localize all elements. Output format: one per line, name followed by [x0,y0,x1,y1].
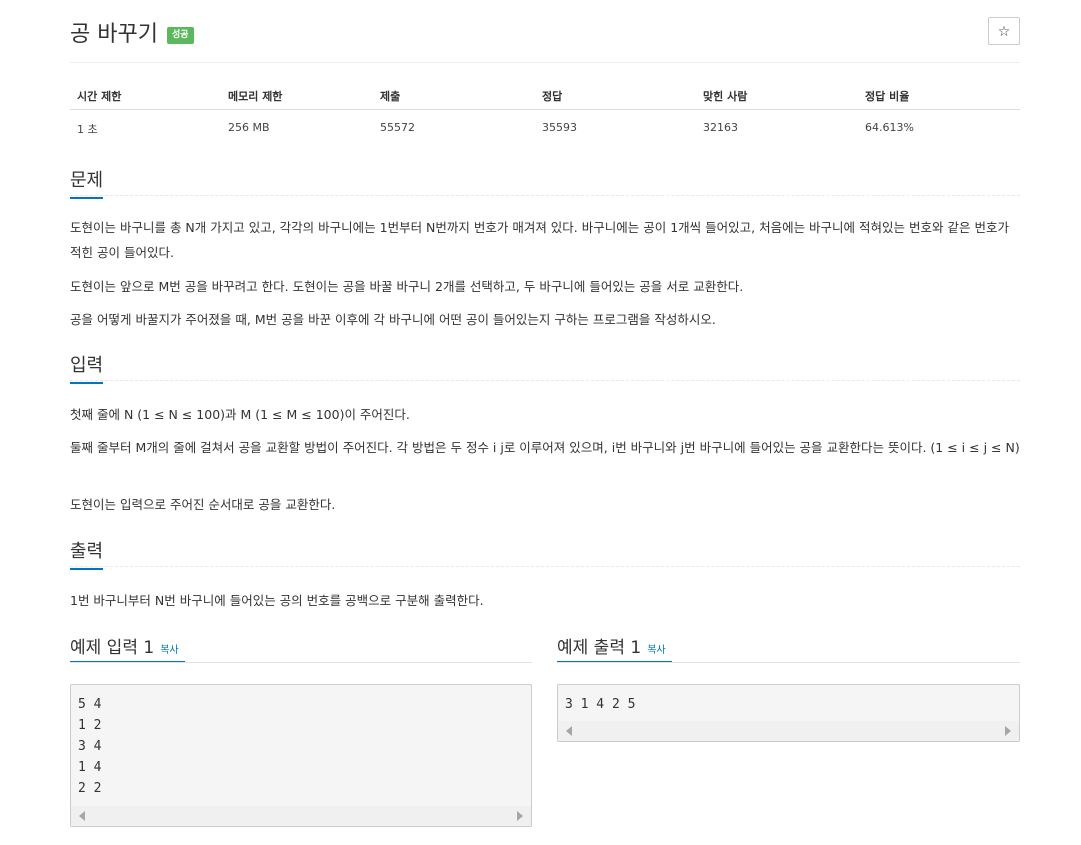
copy-output-link[interactable]: 복사 [647,645,665,656]
problem-header: 공 바꾸기 성공 ☆ [70,14,1020,58]
sample-input-divider [70,662,532,663]
ratio-value: 64.613% [865,121,914,134]
input-paragraph: 도현이는 입력으로 주어진 순서대로 공을 교환한다. [70,497,336,512]
problem-section-divider [70,195,1020,196]
problem-section-title: 문제 [70,166,103,199]
scroll-right-icon[interactable] [517,811,523,821]
sample-input-content: 5 4 1 2 3 4 1 4 2 2 [78,697,102,796]
sample-output-content: 3 1 4 2 5 [565,697,636,712]
accepted-value: 35593 [542,121,577,134]
info-table-row: 1 초 256 MB 55572 35593 32163 64.613% [70,119,1020,142]
sample-input-box[interactable]: 5 4 1 2 3 4 1 4 2 2 [70,684,532,827]
memory-limit-value: 256 MB [228,121,270,134]
problem-paragraph: 도현이는 바구니를 총 N개 가지고 있고, 각각의 바구니에는 1번부터 N번… [70,220,1009,260]
header-time-limit: 시간 제한 [77,90,122,103]
sample-input-scrollbar[interactable] [71,806,531,826]
header-solved-users: 맞힌 사람 [703,90,748,103]
scroll-left-icon[interactable] [566,726,572,736]
header-ratio: 정답 비율 [865,90,910,103]
input-section-divider [70,380,1020,381]
star-icon: ☆ [997,24,1011,40]
header-divider [70,62,1020,63]
time-limit-value: 1 초 [77,123,98,136]
problem-title: 공 바꾸기 [70,22,158,47]
star-button[interactable]: ☆ [988,17,1020,45]
input-paragraph: 첫째 줄에 N (1 ≤ N ≤ 100)과 M (1 ≤ M ≤ 100)이 … [70,407,410,422]
input-section-title: 입력 [70,351,103,384]
output-paragraph: 1번 바구니부터 N번 바구니에 들어있는 공의 번호를 공백으로 구분해 출력… [70,593,484,608]
submissions-value: 55572 [380,121,415,134]
problem-info-table: 시간 제한 메모리 제한 제출 정답 맞힌 사람 정답 비율 1 초 256 M… [70,86,1020,142]
output-section-title: 출력 [70,537,103,570]
sample-output-title: 예제 출력 1 복사 [557,638,666,658]
copy-input-link[interactable]: 복사 [160,645,178,656]
sample-output-scrollbar[interactable] [558,721,1019,741]
solved-users-value: 32163 [703,121,738,134]
scroll-left-icon[interactable] [79,811,85,821]
status-badge: 성공 [167,27,194,44]
sample-input-title: 예제 입력 1 복사 [70,638,179,658]
problem-paragraph: 공을 어떻게 바꿀지가 주어졌을 때, M번 공을 바꾼 이후에 각 바구니에 … [70,312,716,327]
header-submissions: 제출 [380,90,401,103]
info-table-header: 시간 제한 메모리 제한 제출 정답 맞힌 사람 정답 비율 [70,86,1020,110]
header-memory-limit: 메모리 제한 [228,90,283,103]
input-paragraph: 둘째 줄부터 M개의 줄에 걸쳐서 공을 교환할 방법이 주어진다. 각 방법은… [70,440,1020,455]
header-accepted: 정답 [542,90,563,103]
scroll-right-icon[interactable] [1005,726,1011,736]
sample-output-box[interactable]: 3 1 4 2 5 [557,684,1020,742]
output-section-divider [70,566,1020,567]
sample-output-divider [557,662,1020,663]
problem-paragraph: 도현이는 앞으로 M번 공을 바꾸려고 한다. 도현이는 공을 바꿀 바구니 2… [70,279,744,294]
